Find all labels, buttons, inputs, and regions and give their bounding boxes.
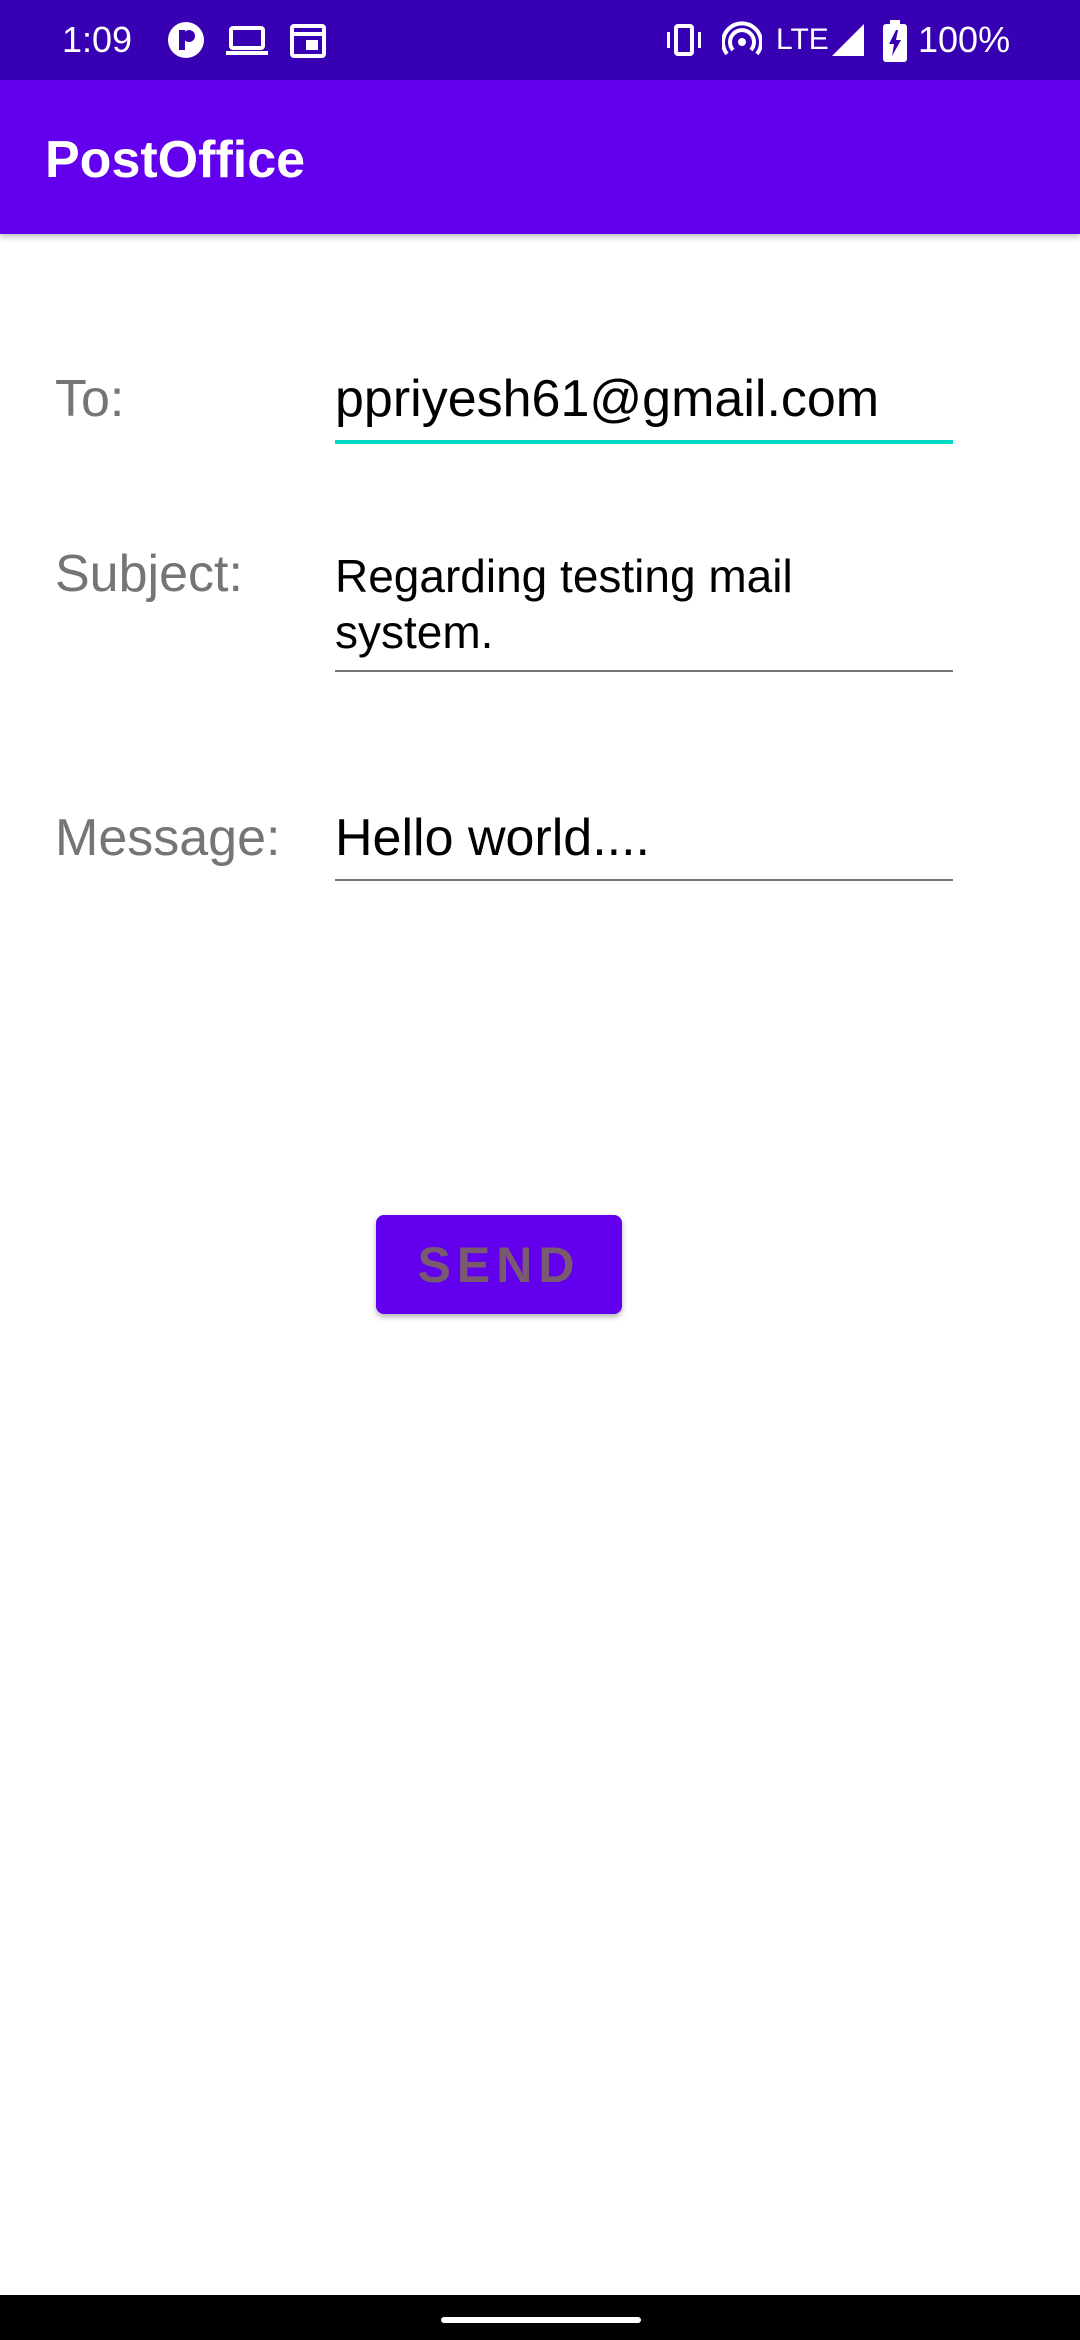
message-label: Message: xyxy=(55,809,281,867)
app-notification-icon xyxy=(166,20,206,60)
send-button-label: SEND xyxy=(417,1236,581,1293)
subject-field-value: Regarding testing mail system. xyxy=(335,550,806,658)
to-field-underline xyxy=(335,440,953,444)
vibrate-icon xyxy=(664,20,704,60)
message-field[interactable]: Hello world.... xyxy=(335,807,953,883)
subject-field-underline xyxy=(335,670,953,672)
app-bar: PostOffice xyxy=(0,80,1080,234)
subject-field[interactable]: Regarding testing mail system. xyxy=(335,548,953,674)
message-field-underline xyxy=(335,879,953,881)
signal-icon xyxy=(830,20,866,60)
to-field[interactable]: ppriyesh61@gmail.com xyxy=(335,368,953,446)
network-type: LTE xyxy=(776,23,829,56)
send-button[interactable]: SEND xyxy=(376,1215,622,1314)
home-indicator[interactable] xyxy=(441,2317,641,2323)
navigation-bar xyxy=(0,2295,1080,2340)
status-bar: 1:09 LTE 100% xyxy=(0,0,1080,80)
laptop-icon xyxy=(225,20,269,60)
message-field-value: Hello world.... xyxy=(335,809,650,867)
battery-percent: 100% xyxy=(918,19,1011,60)
calendar-icon xyxy=(288,20,328,60)
hotspot-icon xyxy=(722,20,762,60)
subject-label: Subject: xyxy=(55,545,243,603)
status-time: 1:09 xyxy=(62,19,133,60)
to-label: To: xyxy=(55,370,125,428)
app-title: PostOffice xyxy=(45,131,306,189)
to-field-value: ppriyesh61@gmail.com xyxy=(335,370,880,428)
battery-charging-icon xyxy=(882,20,908,62)
